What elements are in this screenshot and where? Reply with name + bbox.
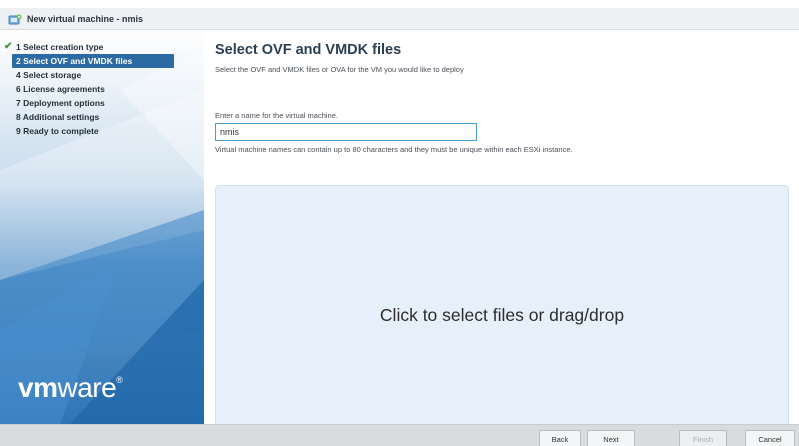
vm-name-label: Enter a name for the virtual machine.	[215, 111, 338, 120]
wizard-titlebar: New virtual machine - nmis	[0, 8, 799, 30]
top-strip	[0, 0, 799, 8]
page: New virtual machine - nmis ✔ 1 Select cr…	[0, 0, 799, 446]
vm-name-hint: Virtual machine names can contain up to …	[215, 145, 573, 154]
wizard-footer: Back Next Finish Cancel	[0, 424, 799, 446]
check-icon: ✔	[4, 41, 13, 52]
cancel-button[interactable]: Cancel	[745, 430, 795, 446]
file-dropzone[interactable]: Click to select files or drag/drop	[215, 185, 789, 427]
wizard-steps: ✔ 1 Select creation type 2 Select OVF an…	[0, 40, 204, 138]
step-label: 2 Select OVF and VMDK files	[16, 56, 133, 66]
step-label: 1 Select creation type	[16, 42, 104, 52]
step-license-agreements[interactable]: 6 License agreements	[0, 82, 204, 96]
step-label: 6 License agreements	[16, 84, 105, 94]
step-select-storage[interactable]: 4 Select storage	[0, 68, 204, 82]
vmware-logo: vmware®	[18, 372, 123, 403]
step-label: 4 Select storage	[16, 70, 82, 80]
dropzone-text: Click to select files or drag/drop	[379, 304, 625, 325]
step-label: 9 Ready to complete	[16, 126, 99, 136]
step-label: 7 Deployment options	[16, 98, 105, 108]
wizard-sidebar: ✔ 1 Select creation type 2 Select OVF an…	[0, 30, 204, 424]
step-ready-to-complete[interactable]: 9 Ready to complete	[0, 124, 204, 138]
next-button[interactable]: Next	[587, 430, 635, 446]
step-deployment-options[interactable]: 7 Deployment options	[0, 96, 204, 110]
finish-button[interactable]: Finish	[679, 430, 727, 446]
step-label: 8 Additional settings	[16, 112, 100, 122]
page-title: Select OVF and VMDK files	[215, 42, 402, 58]
page-subtitle: Select the OVF and VMDK files or OVA for…	[215, 65, 464, 74]
step-additional-settings[interactable]: 8 Additional settings	[0, 110, 204, 124]
back-button[interactable]: Back	[539, 430, 581, 446]
step-select-creation-type[interactable]: ✔ 1 Select creation type	[0, 40, 204, 54]
step-select-ovf-vmdk-files[interactable]: 2 Select OVF and VMDK files	[12, 54, 174, 68]
wizard-main: Select OVF and VMDK files Select the OVF…	[204, 30, 799, 427]
vm-name-input[interactable]	[215, 123, 477, 141]
new-vm-icon	[8, 13, 22, 25]
wizard-title: New virtual machine - nmis	[27, 13, 144, 24]
wizard-window: New virtual machine - nmis ✔ 1 Select cr…	[0, 8, 799, 446]
